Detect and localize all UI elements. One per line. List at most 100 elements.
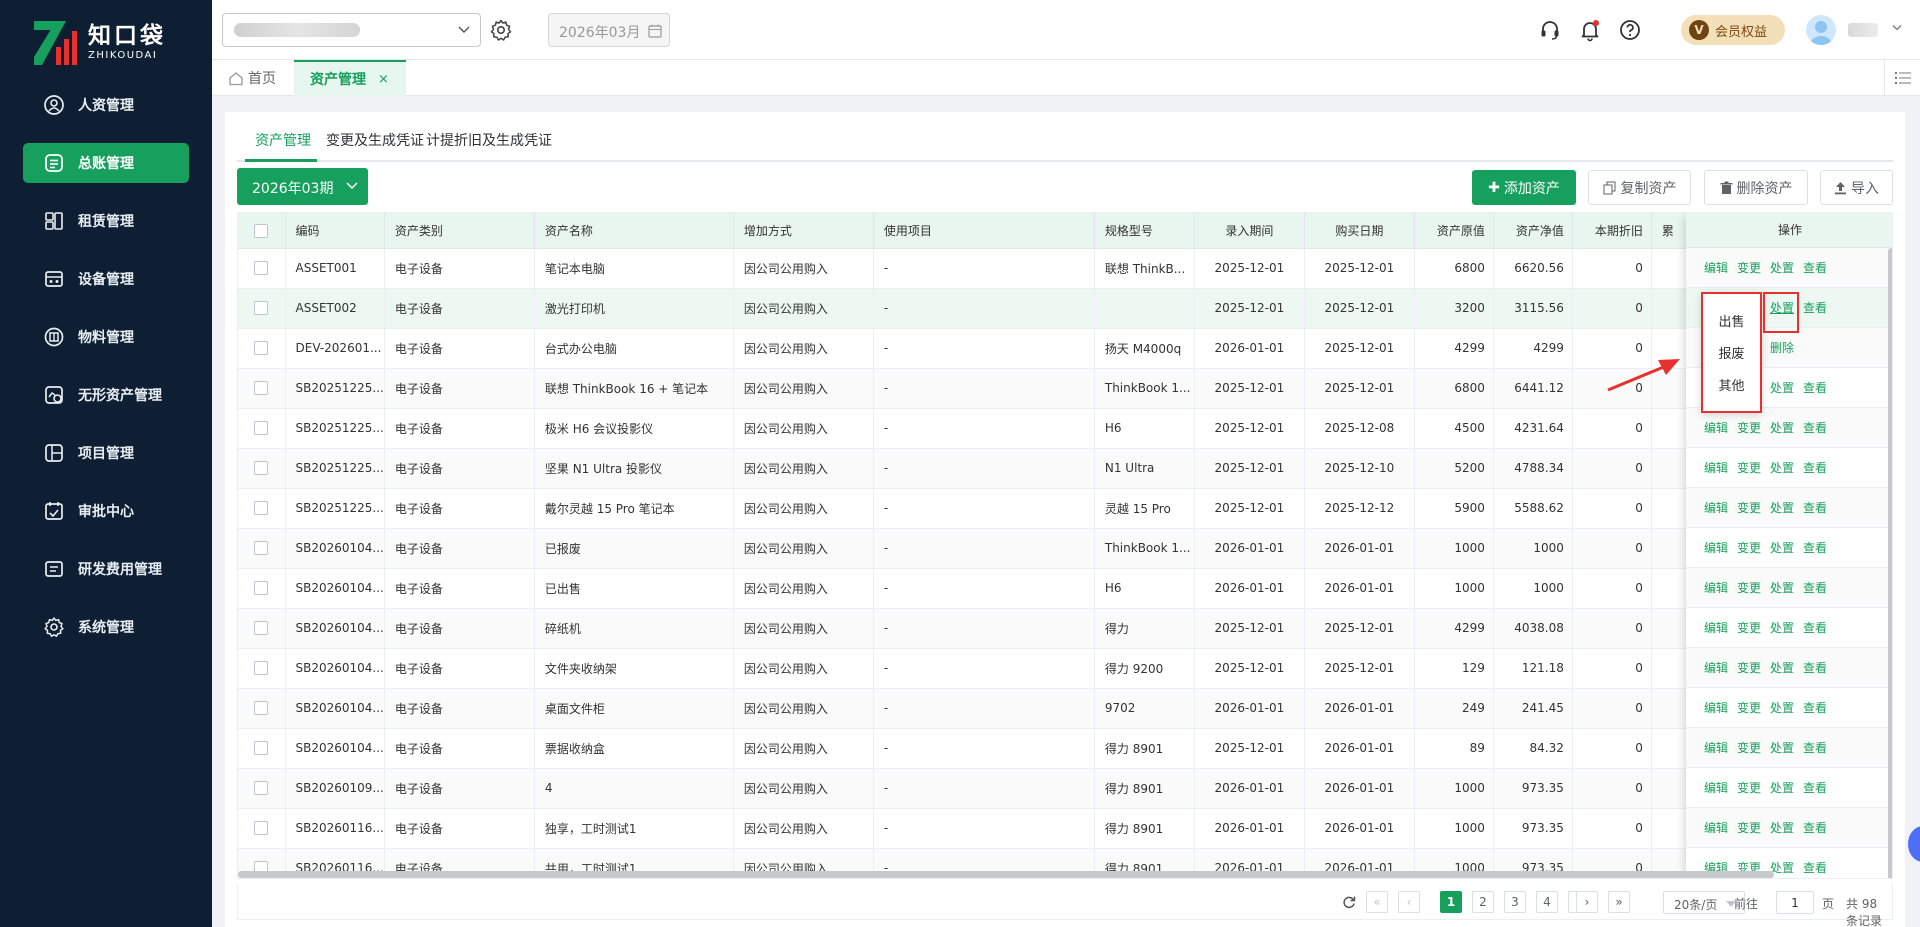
chevron-down-icon[interactable]: [1892, 24, 1902, 32]
add-asset-button[interactable]: ✚ 添加资产: [1472, 170, 1576, 205]
row-checkbox[interactable]: [254, 461, 269, 476]
goto-page-input[interactable]: 1: [1776, 891, 1814, 914]
page-3-button[interactable]: 3: [1504, 891, 1526, 913]
view-link[interactable]: 查看: [1803, 739, 1827, 756]
delete-link[interactable]: 删除: [1770, 339, 1794, 356]
col-purchase-date[interactable]: 购买日期: [1304, 213, 1415, 249]
view-link[interactable]: 查看: [1803, 499, 1827, 516]
dispose-link[interactable]: 处置: [1770, 259, 1794, 276]
sidebar-item-3[interactable]: 设备管理: [23, 259, 189, 299]
member-benefits-button[interactable]: V 会员权益: [1681, 15, 1785, 45]
table-row[interactable]: SB20251225... 电子设备 坚果 N1 Ultra 投影仪 因公司公用购入 -…: [238, 448, 1687, 489]
row-checkbox[interactable]: [254, 501, 269, 516]
sidebar-item-0[interactable]: 人资管理: [23, 85, 189, 125]
close-icon[interactable]: ×: [378, 72, 389, 87]
table-row[interactable]: ASSET001 电子设备 笔记本电脑 因公司公用购入 - 联想 ThinkB... 202…: [238, 248, 1687, 289]
change-link[interactable]: 变更: [1737, 539, 1761, 556]
chat-support-icon[interactable]: [1908, 826, 1920, 862]
dispose-link[interactable]: 处置: [1770, 539, 1794, 556]
dispose-link[interactable]: 处置: [1770, 819, 1794, 836]
table-row[interactable]: SB20251225... 电子设备 极米 H6 会议投影仪 因公司公用购入 - H6 20…: [238, 408, 1687, 449]
col-entry-period[interactable]: 录入期间: [1194, 213, 1305, 249]
page-size-select[interactable]: 20条/页: [1663, 891, 1745, 914]
row-checkbox[interactable]: [254, 261, 269, 276]
table-row[interactable]: SB20260116... 电子设备 独享，工时测试1 因公司公用购入 - 得力 8901…: [238, 808, 1687, 849]
view-link[interactable]: 查看: [1803, 259, 1827, 276]
row-checkbox[interactable]: [254, 701, 269, 716]
edit-link[interactable]: 编辑: [1704, 739, 1728, 756]
edit-link[interactable]: 编辑: [1704, 819, 1728, 836]
dispose-link[interactable]: 处置: [1770, 619, 1794, 636]
dispose-link[interactable]: 处置: [1770, 779, 1794, 796]
dispose-option-scrap[interactable]: 报废: [1703, 339, 1760, 370]
period-picker[interactable]: 2026年03月: [548, 13, 670, 47]
table-row[interactable]: SB20260104... 电子设备 碎纸机 因公司公用购入 - 得力 2025-12-01…: [238, 608, 1687, 649]
table-row[interactable]: SB20251225... 电子设备 联想 ThinkBook 16 + 笔记本 因公…: [238, 368, 1687, 409]
period-dropdown[interactable]: 2026年03期: [237, 168, 368, 205]
col-current-depreciation[interactable]: 本期折旧: [1572, 213, 1652, 249]
change-link[interactable]: 变更: [1737, 419, 1761, 436]
dispose-link[interactable]: 处置: [1770, 659, 1794, 676]
col-original-value[interactable]: 资产原值: [1414, 213, 1494, 249]
edit-link[interactable]: 编辑: [1704, 539, 1728, 556]
subtab-asset-management[interactable]: 资产管理: [255, 130, 311, 150]
tab-asset-management[interactable]: 资产管理 ×: [294, 60, 406, 96]
view-link[interactable]: 查看: [1803, 699, 1827, 716]
view-link[interactable]: 查看: [1803, 819, 1827, 836]
dispose-link[interactable]: 处置: [1770, 459, 1794, 476]
sidebar-item-1[interactable]: 总账管理: [23, 143, 189, 183]
col-code[interactable]: 编码: [285, 213, 385, 249]
select-all-checkbox[interactable]: [254, 223, 269, 238]
company-select[interactable]: [222, 13, 481, 47]
dispose-link[interactable]: 处置: [1770, 379, 1794, 396]
change-link[interactable]: 变更: [1737, 819, 1761, 836]
col-name[interactable]: 资产名称: [534, 213, 734, 249]
sidebar-item-4[interactable]: 物料管理: [23, 317, 189, 357]
dispose-link[interactable]: 处置: [1770, 739, 1794, 756]
table-row[interactable]: SB20260109... 电子设备 4 因公司公用购入 - 得力 8901 2026-01…: [238, 768, 1687, 809]
row-checkbox[interactable]: [254, 301, 269, 316]
row-checkbox[interactable]: [254, 581, 269, 596]
edit-link[interactable]: 编辑: [1704, 579, 1728, 596]
edit-link[interactable]: 编辑: [1704, 459, 1728, 476]
horizontal-scrollbar[interactable]: [238, 871, 1774, 878]
table-row[interactable]: SB20260104... 电子设备 已出售 因公司公用购入 - H6 2026-01-01…: [238, 568, 1687, 609]
headset-icon[interactable]: [1538, 18, 1562, 42]
last-page-button[interactable]: »: [1608, 891, 1630, 913]
change-link[interactable]: 变更: [1737, 459, 1761, 476]
row-checkbox[interactable]: [254, 741, 269, 756]
dispose-link[interactable]: 处置: [1770, 419, 1794, 436]
change-link[interactable]: 变更: [1737, 699, 1761, 716]
delete-asset-button[interactable]: 删除资产: [1704, 170, 1808, 205]
view-link[interactable]: 查看: [1803, 659, 1827, 676]
col-project[interactable]: 使用项目: [873, 213, 1095, 249]
vertical-scrollbar[interactable]: [1888, 248, 1892, 878]
edit-link[interactable]: 编辑: [1704, 779, 1728, 796]
sidebar-item-7[interactable]: 审批中心: [23, 491, 189, 531]
edit-link[interactable]: 编辑: [1704, 619, 1728, 636]
refresh-icon[interactable]: [1342, 895, 1356, 909]
row-checkbox[interactable]: [254, 541, 269, 556]
prev-page-button[interactable]: ‹: [1398, 891, 1420, 913]
view-link[interactable]: 查看: [1803, 459, 1827, 476]
table-row[interactable]: ASSET002 电子设备 激光打印机 因公司公用购入 - 2025-12-01 2025-…: [238, 288, 1687, 329]
col-accumulated-truncated[interactable]: 累: [1651, 213, 1687, 249]
page-2-button[interactable]: 2: [1472, 891, 1494, 913]
change-link[interactable]: 变更: [1737, 739, 1761, 756]
change-link[interactable]: 变更: [1737, 499, 1761, 516]
row-checkbox[interactable]: [254, 341, 269, 356]
col-spec[interactable]: 规格型号: [1094, 213, 1195, 249]
change-link[interactable]: 变更: [1737, 259, 1761, 276]
row-checkbox[interactable]: [254, 421, 269, 436]
first-page-button[interactable]: «: [1366, 891, 1388, 913]
col-add-method[interactable]: 增加方式: [733, 213, 874, 249]
row-checkbox[interactable]: [254, 781, 269, 796]
table-row[interactable]: SB20260104... 电子设备 已报废 因公司公用购入 - ThinkBook 1.…: [238, 528, 1687, 569]
col-category[interactable]: 资产类别: [384, 213, 535, 249]
edit-link[interactable]: 编辑: [1704, 259, 1728, 276]
sidebar-item-6[interactable]: 项目管理: [23, 433, 189, 473]
tabs-menu-button[interactable]: [1884, 60, 1920, 96]
dispose-link[interactable]: 处置: [1770, 699, 1794, 716]
avatar[interactable]: [1806, 15, 1836, 45]
sidebar-item-2[interactable]: 租赁管理: [23, 201, 189, 241]
